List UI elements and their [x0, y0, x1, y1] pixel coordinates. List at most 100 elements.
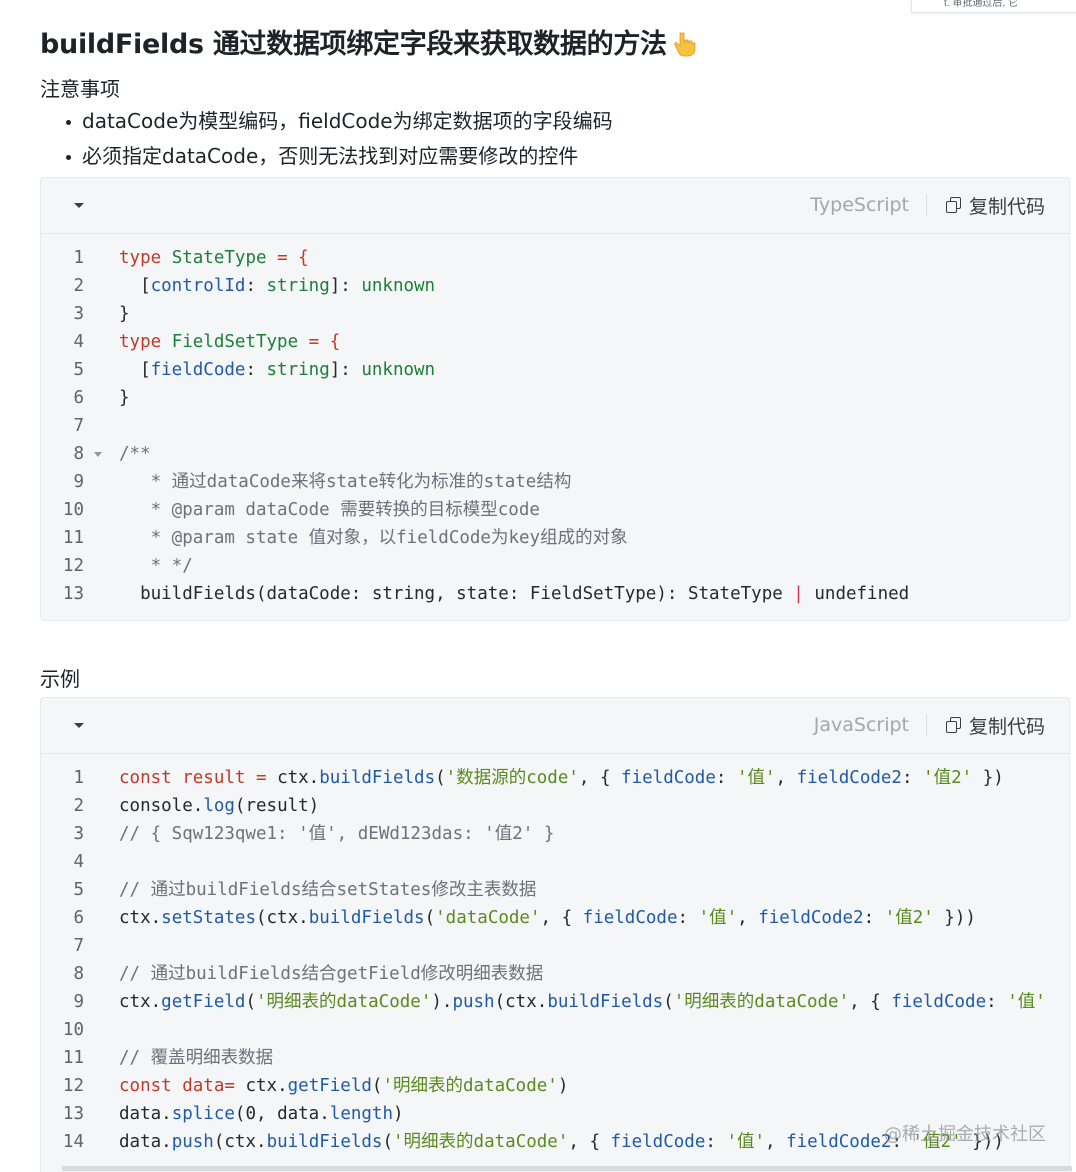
code-token: fieldCode — [582, 908, 678, 928]
code-line: 8 // 通过buildFields结合getField修改明细表数据 — [41, 960, 1069, 988]
collapse-toggle-icon[interactable] — [74, 723, 84, 728]
code-token: setStates — [161, 908, 256, 928]
watermark: @稀土掘金技术社区 — [884, 1124, 1046, 1145]
code-token: getField — [161, 992, 246, 1012]
code-token: '值2' — [923, 768, 973, 788]
code-text: [fieldCode: string]: unknown — [119, 356, 435, 384]
list-item: 必须指定dataCode，否则无法找到对应需要修改的控件 — [40, 141, 613, 176]
code-token: '明细表的dataCode' — [393, 1132, 569, 1152]
header-divider — [926, 194, 927, 216]
horizontal-scrollbar[interactable] — [62, 1166, 1072, 1171]
code-token: ( — [435, 768, 446, 788]
code-token: unknown — [361, 276, 436, 296]
collapse-toggle-icon[interactable] — [74, 203, 84, 208]
code-body: 1 const result = ctx.buildFields('数据源的cod… — [41, 754, 1069, 1156]
code-token: fieldCode2 — [796, 768, 902, 788]
code-token: '明细表的dataCode' — [673, 992, 850, 1012]
code-token: data — [119, 1132, 162, 1152]
code-text: data.splice(0, data.length) — [119, 1100, 404, 1128]
code-token: ctx — [277, 768, 309, 788]
code-token: ( — [245, 992, 256, 1012]
code-block-header: TypeScript 复制代码 — [41, 178, 1069, 234]
code-token: (ctx — [494, 992, 537, 1012]
code-token: buildFields — [547, 992, 664, 1012]
code-text: // 覆盖明细表数据 — [119, 1048, 274, 1068]
code-token: push — [452, 992, 495, 1012]
code-token: . — [150, 908, 162, 928]
code-token: . — [256, 1132, 267, 1152]
code-token: (result) — [234, 796, 320, 816]
line-number: 3 — [73, 304, 84, 324]
code-line: 10 — [41, 1016, 1069, 1044]
line-number: 12 — [62, 1076, 84, 1096]
code-text: type FieldSetType = { — [119, 328, 340, 356]
line-number: 3 — [73, 824, 84, 844]
code-token: string — [266, 360, 330, 380]
language-label: JavaScript — [813, 714, 909, 736]
code-token: ctx — [245, 1076, 278, 1096]
code-token: fieldCode — [610, 1132, 706, 1152]
copy-code-button[interactable]: 复制代码 — [945, 711, 1045, 739]
code-token: , { — [578, 768, 622, 788]
code-token: . — [441, 992, 453, 1012]
code-token: unknown — [361, 360, 436, 380]
code-token: = — [224, 1076, 246, 1096]
code-token: FieldSetType — [171, 332, 299, 352]
code-text: data.push(ctx.buildFields('明细表的dataCode'… — [119, 1128, 1004, 1156]
code-line: 3 // { Sqw123qwe1: '值', dEWd123das: '值2' … — [41, 820, 1069, 848]
code-token: , — [765, 1132, 787, 1152]
fold-chevron-icon[interactable] — [94, 452, 102, 457]
code-token: result — [182, 768, 246, 788]
notes-heading: 注意事项 — [40, 77, 120, 101]
code-token: ( — [371, 1076, 383, 1096]
code-token: '值2' — [884, 908, 934, 928]
header-divider — [926, 714, 927, 736]
line-number: 13 — [62, 1104, 84, 1124]
code-token: 'dataCode' — [435, 908, 541, 928]
code-token: console — [119, 796, 193, 816]
code-token: type — [119, 248, 162, 268]
copy-icon — [945, 197, 962, 213]
code-text: // { Sqw123qwe1: '值', dEWd123das: '值2' } — [119, 824, 555, 844]
code-body: 1 type StateType = { 2 [controlId: string… — [41, 234, 1069, 608]
page-title-text: buildFields 通过数据项绑定字段来获取数据的方法 — [40, 29, 667, 60]
code-token: ) — [431, 992, 442, 1012]
line-number: 1 — [73, 248, 84, 268]
code-token: : — [715, 768, 737, 788]
line-number: 6 — [73, 908, 84, 928]
example-heading: 示例 — [40, 667, 80, 691]
line-number: 11 — [62, 528, 84, 548]
line-number: 10 — [62, 500, 84, 520]
code-token: = — [245, 768, 278, 788]
code-line: 11 * @param state 值对象，以fieldCode为key组成的对… — [41, 524, 1069, 552]
line-number: 9 — [73, 472, 84, 492]
code-token: . — [192, 796, 204, 816]
code-token: buildFields — [308, 908, 425, 928]
code-token: , — [737, 908, 759, 928]
code-text: console.log(result) — [119, 792, 319, 820]
copy-code-label: 复制代码 — [968, 715, 1045, 738]
line-number: 7 — [73, 416, 84, 436]
code-token: string — [266, 276, 330, 296]
code-token: log — [203, 796, 235, 816]
code-token: getField — [287, 1076, 372, 1096]
code-line: 5 [fieldCode: string]: unknown — [41, 356, 1069, 384]
code-token: | — [793, 584, 804, 604]
code-text: const result = ctx.buildFields('数据源的code… — [119, 764, 1004, 792]
code-text: // 通过buildFields结合getField修改明细表数据 — [119, 964, 544, 984]
code-token: , — [775, 768, 797, 788]
code-token: '值' — [698, 908, 738, 928]
code-token: = { — [266, 248, 309, 268]
code-token: }) — [972, 768, 1004, 788]
code-token: fieldCode2 — [758, 908, 864, 928]
copy-code-button[interactable]: 复制代码 — [945, 191, 1045, 219]
code-token: : — [863, 908, 885, 928]
code-token: . — [277, 1076, 288, 1096]
code-line: 2 console.log(result) — [41, 792, 1069, 820]
line-number: 6 — [73, 388, 84, 408]
code-token: '明细表的dataCode' — [382, 1076, 558, 1096]
line-number: 11 — [62, 1048, 84, 1068]
code-line: 12 * */ — [41, 552, 1069, 580]
